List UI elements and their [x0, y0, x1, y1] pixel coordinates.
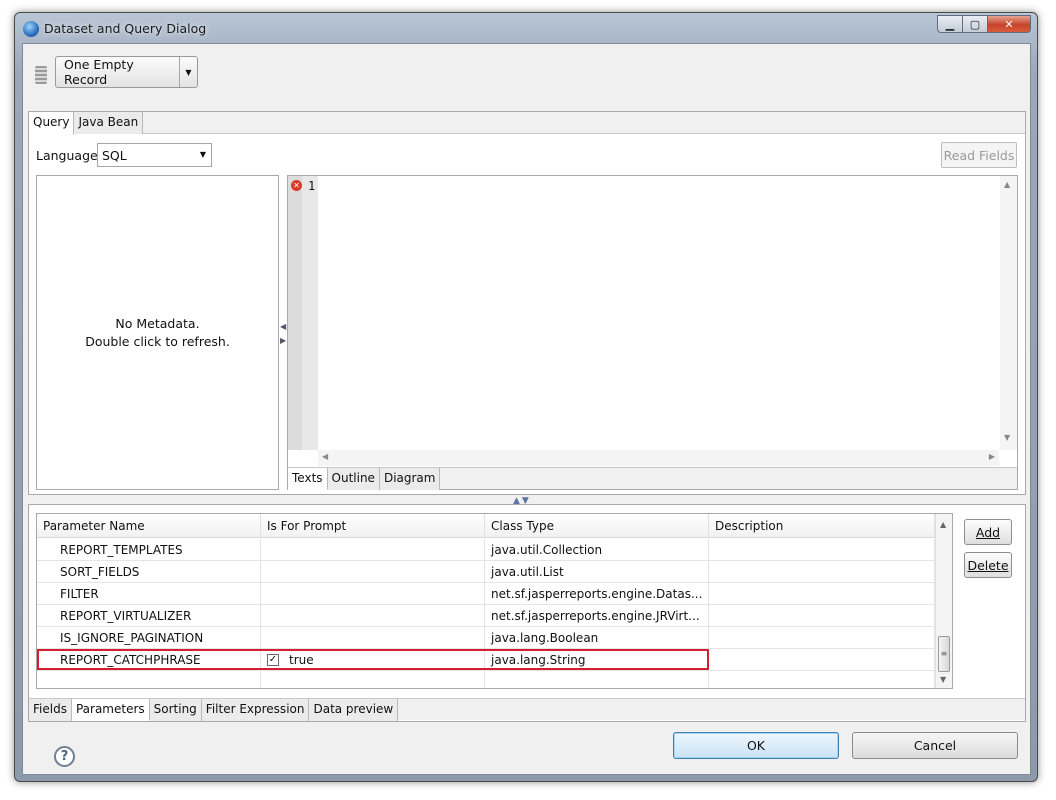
- is-for-prompt-cell[interactable]: [261, 583, 485, 604]
- metadata-tree[interactable]: No Metadata. Double click to refresh.: [36, 175, 279, 490]
- tab-data-preview[interactable]: Data preview: [309, 699, 399, 721]
- help-icon[interactable]: ?: [54, 746, 75, 767]
- class-type-cell[interactable]: net.sf.jasperreports.engine.JRVirt...: [485, 605, 709, 626]
- scroll-up-icon[interactable]: ▲: [1004, 180, 1010, 189]
- parameter-name-cell[interactable]: FILTER: [37, 583, 261, 604]
- parameter-name-cell[interactable]: SORT_FIELDS: [37, 561, 261, 582]
- table-row[interactable]: IS_IGNORE_PAGINATION java.lang.Boolean: [37, 627, 935, 649]
- query-panel: Query Java Bean Language SQL ▼ Read Fiel…: [28, 111, 1026, 495]
- table-row[interactable]: FILTER net.sf.jasperreports.engine.Datas…: [37, 583, 935, 605]
- class-type-cell[interactable]: java.util.List: [485, 561, 709, 582]
- dialog-client-area: One Empty Record ▼ Query Java Bean Langu…: [22, 43, 1031, 775]
- query-tabs: Query Java Bean: [29, 112, 1025, 135]
- editor-gutter: ✕ 1: [288, 176, 318, 450]
- column-class-type[interactable]: Class Type: [485, 514, 709, 537]
- tab-parameters[interactable]: Parameters: [71, 699, 150, 721]
- is-for-prompt-cell[interactable]: [261, 605, 485, 626]
- query-editor[interactable]: ✕ 1 ▲ ▼ ◀ ▶ Texts Outline Diagram: [287, 175, 1018, 490]
- delete-parameter-button[interactable]: Delete: [964, 552, 1012, 578]
- scroll-right-icon[interactable]: ▶: [989, 452, 995, 461]
- toolbar-grip-icon: [35, 66, 47, 84]
- metadata-message: No Metadata.: [115, 315, 200, 331]
- table-row-empty: [37, 671, 935, 688]
- close-button[interactable]: ✕: [987, 15, 1031, 33]
- line-number: 1: [308, 179, 316, 193]
- table-row[interactable]: REPORT_VIRTUALIZER net.sf.jasperreports.…: [37, 605, 935, 627]
- table-row[interactable]: SORT_FIELDS java.util.List: [37, 561, 935, 583]
- table-header: Parameter Name Is For Prompt Class Type …: [37, 514, 935, 538]
- eclipse-app-icon: [23, 21, 39, 37]
- tab-java-bean[interactable]: Java Bean: [74, 112, 144, 134]
- column-is-for-prompt[interactable]: Is For Prompt: [261, 514, 485, 537]
- description-cell[interactable]: [709, 583, 935, 604]
- description-cell[interactable]: [709, 649, 935, 670]
- class-type-cell[interactable]: net.sf.jasperreports.engine.Datas...: [485, 583, 709, 604]
- data-adapter-combo[interactable]: One Empty Record ▼: [55, 56, 198, 88]
- read-fields-button[interactable]: Read Fields: [941, 142, 1017, 168]
- column-description[interactable]: Description: [709, 514, 935, 537]
- scroll-down-icon[interactable]: ▼: [1004, 433, 1010, 442]
- window-title: Dataset and Query Dialog: [44, 21, 207, 36]
- editor-vertical-scrollbar[interactable]: ▲ ▼: [1000, 176, 1017, 450]
- description-cell[interactable]: [709, 539, 935, 560]
- add-parameter-button[interactable]: Add: [964, 519, 1012, 545]
- scroll-up-icon[interactable]: ▲: [940, 520, 946, 529]
- title-bar[interactable]: Dataset and Query Dialog ▁ ▢ ✕: [15, 13, 1037, 43]
- annotation-ruler: [288, 176, 302, 450]
- scroll-thumb[interactable]: ≡: [938, 636, 950, 672]
- table-vertical-scrollbar[interactable]: ▲ ≡ ▼: [935, 514, 952, 688]
- row-selection-highlight: [37, 649, 709, 670]
- class-type-cell[interactable]: java.lang.Boolean: [485, 627, 709, 648]
- parameter-name-cell[interactable]: REPORT_VIRTUALIZER: [37, 605, 261, 626]
- minimize-button[interactable]: ▁: [937, 15, 963, 33]
- tab-texts[interactable]: Texts: [288, 468, 328, 490]
- metadata-hint: Double click to refresh.: [85, 333, 230, 349]
- class-type-cell[interactable]: java.util.Collection: [485, 539, 709, 560]
- chevron-down-icon: ▼: [199, 150, 206, 159]
- empty-cell: [485, 671, 709, 688]
- parameters-panel: Parameter Name Is For Prompt Class Type …: [28, 504, 1026, 722]
- empty-cell: [37, 671, 261, 688]
- tab-sorting[interactable]: Sorting: [149, 699, 202, 721]
- description-cell[interactable]: [709, 605, 935, 626]
- scroll-down-icon[interactable]: ▼: [940, 675, 946, 684]
- description-cell[interactable]: [709, 561, 935, 582]
- table-row[interactable]: REPORT_TEMPLATES java.util.Collection: [37, 539, 935, 561]
- chevron-down-icon[interactable]: ▼: [180, 57, 197, 87]
- ok-button[interactable]: OK: [673, 732, 839, 759]
- parameter-name-cell[interactable]: IS_IGNORE_PAGINATION: [37, 627, 261, 648]
- column-parameter-name[interactable]: Parameter Name: [37, 514, 261, 537]
- tab-diagram[interactable]: Diagram: [379, 468, 441, 490]
- editor-horizontal-scrollbar[interactable]: ◀ ▶: [318, 450, 999, 466]
- parameter-name-cell[interactable]: REPORT_TEMPLATES: [37, 539, 261, 560]
- is-for-prompt-cell[interactable]: [261, 627, 485, 648]
- dataset-tabs: Fields Parameters Sorting Filter Express…: [29, 698, 1025, 721]
- editor-tabs: Texts Outline Diagram: [288, 467, 1017, 490]
- tab-filter-expression[interactable]: Filter Expression: [201, 699, 310, 721]
- language-select[interactable]: SQL ▼: [97, 143, 212, 167]
- empty-cell: [709, 671, 935, 688]
- tab-query[interactable]: Query: [29, 112, 75, 135]
- description-cell[interactable]: [709, 627, 935, 648]
- cancel-button[interactable]: Cancel: [852, 732, 1018, 759]
- maximize-button[interactable]: ▢: [962, 15, 988, 33]
- language-value: SQL: [102, 147, 127, 163]
- language-label: Language: [36, 148, 98, 163]
- error-icon: ✕: [291, 180, 302, 191]
- data-adapter-label[interactable]: One Empty Record: [56, 57, 180, 87]
- is-for-prompt-cell[interactable]: [261, 561, 485, 582]
- tab-fields[interactable]: Fields: [29, 699, 72, 721]
- scroll-left-icon[interactable]: ◀: [322, 452, 328, 461]
- is-for-prompt-cell[interactable]: [261, 539, 485, 560]
- tab-outline[interactable]: Outline: [327, 468, 380, 490]
- parameters-table[interactable]: Parameter Name Is For Prompt Class Type …: [36, 513, 953, 689]
- dialog-window: Dataset and Query Dialog ▁ ▢ ✕ One Empty…: [14, 12, 1038, 782]
- empty-cell: [261, 671, 485, 688]
